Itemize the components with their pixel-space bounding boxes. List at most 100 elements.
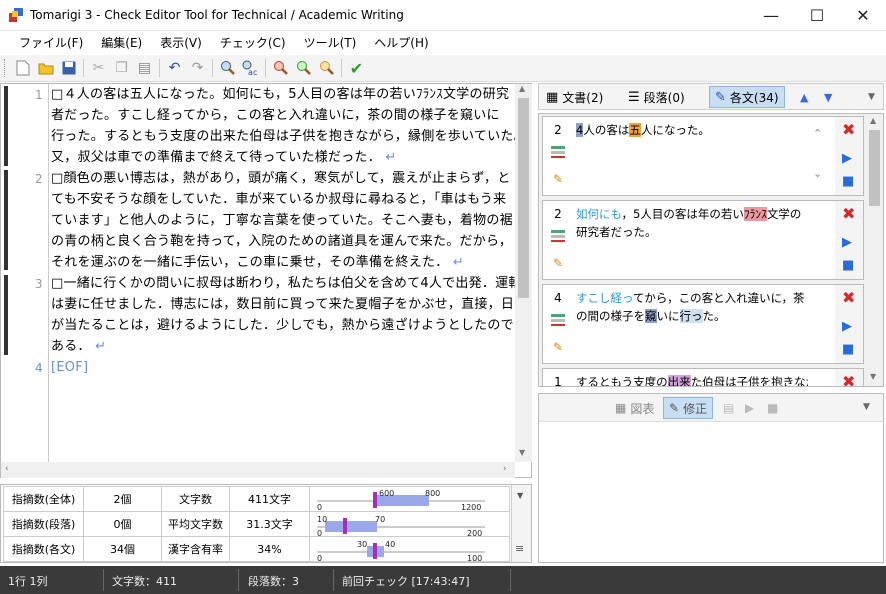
gauge-label: 0	[317, 554, 323, 563]
dropdown-icon[interactable]: ▼	[863, 402, 870, 412]
text-line: □顔色の悪い博志は，熱があり，頭が痛く，寒気がして，震えが止まらず，と	[51, 171, 511, 186]
edit-icon[interactable]: ✎	[545, 172, 571, 186]
stop-icon[interactable]: ■	[842, 258, 854, 273]
text-editor[interactable]: 1 2 3 4 □４人の客は五人になった。如何にも，5人目の客は年の若いﾌﾗﾝｽ…	[0, 83, 532, 478]
copy-icon[interactable]: ❐	[110, 57, 133, 79]
gauge-label: 10	[317, 515, 328, 524]
gauge-marker	[373, 492, 377, 508]
undo-icon[interactable]: ↶	[163, 57, 186, 79]
issue-card[interactable]: 1 するともう支度の出来た伯母は子供を抱きなが ✖	[542, 368, 864, 386]
play-icon[interactable]: ▶	[842, 235, 852, 250]
zoom-in-icon[interactable]	[292, 57, 315, 79]
edit-icon[interactable]: ✎	[545, 256, 571, 270]
window-title: Tomarigi 3 - Check Editor Tool for Techn…	[30, 8, 404, 22]
line-gutter: 1 2 3 4	[1, 84, 49, 462]
toolbar: ✂ ❐ ▤ ↶ ↷ ac ✔	[0, 55, 886, 82]
toolbar-grip	[4, 59, 7, 77]
stat-label: 文字数	[161, 486, 230, 512]
edit-icon[interactable]: ✎	[545, 340, 571, 354]
paste-icon[interactable]: ▤	[133, 57, 156, 79]
menu-check[interactable]: チェック(C)	[211, 32, 295, 54]
ignore-icon[interactable]: ✖	[842, 288, 855, 307]
tab-paragraph[interactable]: ☰ 段落(0)	[623, 86, 690, 108]
stop-icon[interactable]: ■	[842, 174, 854, 189]
menu-file[interactable]: ファイル(F)	[10, 32, 92, 54]
stop-icon[interactable]: ■	[842, 342, 854, 357]
list-view-icon[interactable]: ≡	[515, 542, 524, 555]
collapse-arrow-icon[interactable]: ▼	[517, 491, 523, 500]
issue-actions: ✖ ▶ ■	[835, 285, 863, 363]
play-icon[interactable]: ▶	[842, 151, 852, 166]
line-number: 3	[35, 277, 43, 291]
dropdown-icon[interactable]: ▼	[863, 86, 880, 108]
open-folder-icon[interactable]	[34, 57, 57, 79]
close-button[interactable]: ✕	[840, 0, 886, 31]
zoom-reset-icon[interactable]	[315, 57, 338, 79]
paragraph-marker	[4, 170, 8, 270]
save-icon[interactable]	[57, 57, 80, 79]
issue-card[interactable]: 2 如何にも，5人目の客は年の若いﾌﾗﾝｽ文学の研究者だった。 ✎ ✖ ▶ ■	[542, 200, 864, 280]
ignore-icon[interactable]: ✖	[842, 372, 855, 386]
stat-value: 34個	[83, 536, 162, 562]
redo-icon[interactable]: ↷	[186, 57, 209, 79]
search-icon[interactable]	[216, 57, 239, 79]
issue-card[interactable]: 2 4人の客は五人になった。 ✎ ⌃ ⌄ ✖ ▶ ■	[542, 116, 864, 196]
gauge-marker	[373, 543, 377, 559]
paragraph-count: 段落数：3	[248, 575, 299, 588]
menu-view[interactable]: 表示(V)	[151, 32, 211, 54]
cut-icon[interactable]: ✂	[87, 57, 110, 79]
zoom-out-icon[interactable]	[269, 57, 292, 79]
move-down-icon[interactable]: ▼	[819, 86, 837, 108]
new-file-icon[interactable]	[11, 57, 34, 79]
editor-vertical-scrollbar[interactable]: ▲ ▼	[515, 84, 532, 462]
editor-horizontal-scrollbar[interactable]: ‹ ›	[1, 462, 515, 478]
ignore-icon[interactable]: ✖	[842, 204, 855, 223]
gauge-label: 70	[375, 515, 386, 524]
stat-label: 平均文字数	[161, 511, 230, 537]
menu-bar: ファイル(F) 編集(E) 表示(V) チェック(C) ツール(T) ヘルプ(H…	[0, 31, 886, 55]
scroll-thumb[interactable]	[869, 130, 880, 206]
issue-view-icon[interactable]	[545, 313, 571, 330]
stat-label: 指摘数(各文)	[3, 536, 84, 562]
issue-view-icon[interactable]	[545, 229, 571, 246]
minimize-button[interactable]: —	[748, 0, 794, 31]
apply-icon[interactable]: ▤	[723, 401, 734, 415]
scroll-thumb[interactable]	[518, 98, 529, 298]
menu-tools[interactable]: ツール(T)	[295, 32, 366, 54]
tab-document[interactable]: ▦ 文書(2)	[541, 86, 608, 108]
title-bar: Tomarigi 3 - Check Editor Tool for Techn…	[0, 0, 886, 31]
move-up-icon[interactable]: ▲	[795, 86, 813, 108]
text-line: ても不安そうな顔をしていた．車が来ているか叔母に尋ねると，「車はもう来	[51, 192, 507, 207]
text-line: それを運ぶのを一緒に手伝い，この車に乗せ，その準備を終えた． ↵	[51, 255, 465, 270]
expand-down-icon[interactable]: ⌄	[813, 167, 822, 180]
paragraph-marker	[4, 275, 8, 355]
stop-disabled-icon[interactable]: ■	[767, 401, 778, 415]
check-icon[interactable]: ✔	[345, 57, 368, 79]
issue-text: 如何にも，5人目の客は年の若いﾌﾗﾝｽ文学の研究者だった。	[576, 207, 802, 239]
figure-button[interactable]: ▦ 図表	[615, 397, 654, 419]
issue-card[interactable]: 4 すこし経ってから，この客と入れ違いに，茶の間の様子を窺いに行った。 ✎ ✖ …	[542, 284, 864, 364]
char-count-gauge: 600 800 0 1200	[317, 488, 485, 512]
gauge-label: 600	[379, 489, 395, 498]
maximize-button[interactable]: ☐	[794, 0, 840, 31]
stat-value: 2個	[83, 486, 162, 512]
ignore-icon[interactable]: ✖	[842, 120, 855, 139]
play-icon[interactable]: ▶	[842, 319, 852, 334]
stat-value: 34%	[229, 536, 310, 562]
play-disabled-icon[interactable]: ▶	[745, 401, 754, 415]
replace-icon[interactable]: ac	[239, 57, 262, 79]
issue-view-icon[interactable]	[545, 145, 571, 162]
issue-list-scrollbar[interactable]: ▲ ▼	[866, 114, 883, 386]
expand-up-icon[interactable]: ⌃	[813, 127, 822, 140]
text-line: □４人の客は五人になった。如何にも，5人目の客は年の若いﾌﾗﾝｽ文学の研究	[51, 87, 510, 102]
gauge-label: 100	[467, 554, 483, 563]
char-count: 文字数：411	[112, 575, 177, 588]
return-mark: ↵	[452, 255, 465, 270]
text-line: 行った。するともう支度の出来た伯母は子供を抱きながら，縁側を歩いていた。	[51, 129, 527, 144]
fix-button[interactable]: ✎ 修正	[663, 397, 714, 419]
tab-sentence[interactable]: ✎ 各文(34)	[709, 86, 785, 108]
text-line: ています」と他人のように，丁寧な言葉を使っていた。そこへ妻も，着物の裾	[51, 213, 513, 228]
menu-edit[interactable]: 編集(E)	[92, 32, 151, 54]
statistics-panel: 指摘数(全体) 2個 文字数 411文字 指摘数(段落) 0個 平均文字数 31…	[0, 484, 532, 563]
menu-help[interactable]: ヘルプ(H)	[365, 32, 437, 54]
